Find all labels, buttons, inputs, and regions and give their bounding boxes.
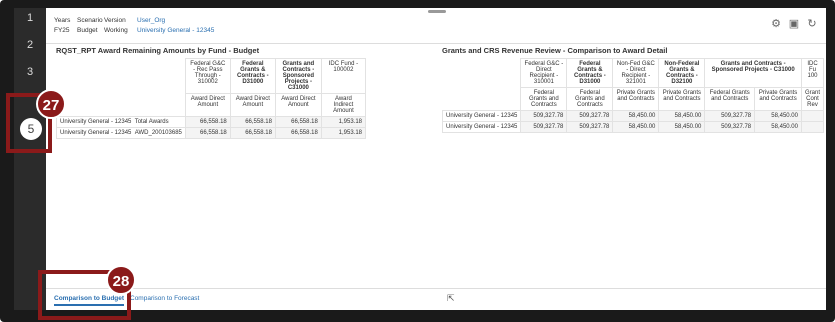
left-header-row: Federal G&C - Rec Pass Through - 310002 …	[57, 58, 367, 94]
step-3[interactable]: 3	[14, 66, 46, 78]
pov-label-version: Version	[104, 17, 126, 24]
pov-label-scenario: Scenario	[77, 17, 103, 24]
cell[interactable]: 66,558.18	[229, 127, 276, 139]
main-panel: Years Scenario Version User_Org FY25 Bud…	[46, 8, 826, 310]
cell[interactable]: 66,558.18	[229, 116, 276, 128]
tab-comparison-to-forecast[interactable]: Comparison to Forecast	[130, 295, 199, 302]
cell[interactable]: 66,558.18	[274, 127, 322, 139]
row-org: University General - 12345	[441, 110, 522, 122]
step-2[interactable]: 2	[14, 39, 46, 51]
save-icon[interactable]: ▣	[788, 18, 800, 30]
right-sub-1: Federal Grants and Contracts	[520, 87, 568, 111]
right-sub-3: Private Grants and Contracts	[612, 87, 660, 111]
cell[interactable]: 509,327.78	[566, 110, 614, 122]
cell[interactable]: 58,450.00	[754, 121, 802, 133]
right-sub-7: Grant Cont Rev	[800, 87, 825, 111]
row-member: Total Awards	[134, 119, 169, 125]
right-sub-row: Federal Grants and Contracts Federal Gra…	[443, 87, 825, 111]
row-org: University General - 12345	[441, 121, 522, 133]
pov-value-years[interactable]: FY25	[54, 27, 77, 34]
cell[interactable]: 1,953.18	[320, 116, 367, 128]
pov-label-years: Years	[54, 17, 71, 24]
right-sub-6: Private Grants and Contracts	[754, 87, 802, 111]
left-sub-2: Award Direct Amount	[229, 93, 276, 117]
right-col-5-header[interactable]: Grants and Contracts - Sponsored Project…	[704, 58, 802, 88]
pov-label-user-org[interactable]: User_Org	[137, 17, 217, 24]
right-col-7-header[interactable]: IDC Fu 100	[800, 58, 825, 88]
pov-value-version[interactable]: Working	[104, 27, 137, 34]
cell[interactable]: 66,558.18	[184, 127, 231, 139]
step-sidebar: 1 2 3	[14, 8, 46, 310]
left-col-1-header[interactable]: Federal G&C - Rec Pass Through - 310002	[184, 58, 231, 94]
row-member: AWD_200103685	[134, 130, 182, 136]
pov-value-entity[interactable]: University General - 12345	[137, 27, 217, 34]
row-label: University General - 12345 Total Awards	[56, 116, 186, 128]
cell[interactable]: 58,450.00	[658, 121, 706, 133]
cell[interactable]: 66,558.18	[274, 116, 322, 128]
left-sub-4: Award Indirect Amount	[320, 93, 367, 117]
gear-icon[interactable]: ⚙	[770, 18, 782, 30]
cell[interactable]: 509,327.78	[704, 110, 756, 122]
cell[interactable]: 58,450.00	[612, 121, 660, 133]
table-row: University General - 12345 Total Awards …	[56, 116, 367, 128]
cell[interactable]: 1,953.18	[320, 127, 367, 139]
right-form-title: Grants and CRS Revenue Review - Comparis…	[442, 46, 668, 55]
cell[interactable]	[800, 110, 825, 122]
table-row: University General - 12345 509,327.78 50…	[441, 110, 825, 122]
right-sub-5: Federal Grants and Contracts	[704, 87, 756, 111]
row-org: University General - 12345	[60, 130, 132, 136]
cell[interactable]	[800, 121, 825, 133]
left-sub-3: Award Direct Amount	[274, 93, 322, 117]
pov-value-scenario[interactable]: Budget	[77, 27, 104, 34]
left-grid: Federal G&C - Rec Pass Through - 310002 …	[56, 58, 367, 139]
refresh-icon[interactable]: ↻	[806, 18, 818, 30]
right-sub-4: Private Grants and Contracts	[658, 87, 706, 111]
row-label: University General - 12345 AWD_200103685	[56, 127, 186, 139]
left-col-2-header[interactable]: Federal Grants & Contracts - D31000	[229, 58, 276, 94]
pov-bar: Years Scenario Version User_Org FY25 Bud…	[46, 8, 826, 44]
cell[interactable]: 509,327.78	[704, 121, 756, 133]
right-grid: Federal G&C - Direct Recipient - 310001 …	[441, 58, 825, 133]
mouse-cursor-icon: ⇱	[447, 293, 455, 303]
right-sub-2: Federal Grants and Contracts	[566, 87, 614, 111]
cell[interactable]: 58,450.00	[612, 110, 660, 122]
pov-grid: Years Scenario Version User_Org FY25 Bud…	[54, 17, 217, 34]
cell[interactable]: 58,450.00	[658, 110, 706, 122]
right-header-row: Federal G&C - Direct Recipient - 310001 …	[443, 58, 825, 88]
cell[interactable]: 509,327.78	[520, 121, 568, 133]
toolbar-icons: ⚙ ▣ ↻	[770, 18, 818, 30]
window-frame: 1 2 3 5 Years Scenario Version User_Org …	[0, 0, 835, 322]
drag-handle[interactable]	[428, 10, 446, 13]
cell[interactable]: 509,327.78	[520, 110, 568, 122]
cell[interactable]: 509,327.78	[566, 121, 614, 133]
left-col-3-header[interactable]: Grants and Contracts - Sponsored Project…	[274, 58, 322, 94]
right-col-1-header[interactable]: Federal G&C - Direct Recipient - 310001	[520, 58, 568, 88]
callout-badge-27: 27	[36, 89, 66, 119]
row-org: University General - 12345	[60, 119, 132, 125]
left-form-title: RQST_RPT Award Remaining Amounts by Fund…	[56, 46, 260, 55]
cell[interactable]: 58,450.00	[754, 110, 802, 122]
left-sub-row: Award Direct Amount Award Direct Amount …	[57, 93, 367, 117]
step-1[interactable]: 1	[14, 12, 46, 24]
cell[interactable]: 66,558.18	[184, 116, 231, 128]
right-col-3-header[interactable]: Non-Fed G&C - Direct Recipient - 321001	[612, 58, 660, 88]
callout-badge-28: 28	[106, 265, 136, 295]
tab-bar: Comparison to Budget Comparison to Forec…	[46, 288, 826, 310]
left-sub-1: Award Direct Amount	[184, 93, 231, 117]
right-col-2-header[interactable]: Federal Grants & Contracts - D31000	[566, 58, 614, 88]
table-row: University General - 12345 509,327.78 50…	[441, 121, 825, 133]
left-col-4-header[interactable]: IDC Fund - 100002	[320, 58, 367, 94]
right-col-4-header[interactable]: Non-Federal Grants & Contracts - D32100	[658, 58, 706, 88]
table-row: University General - 12345 AWD_200103685…	[56, 127, 367, 139]
